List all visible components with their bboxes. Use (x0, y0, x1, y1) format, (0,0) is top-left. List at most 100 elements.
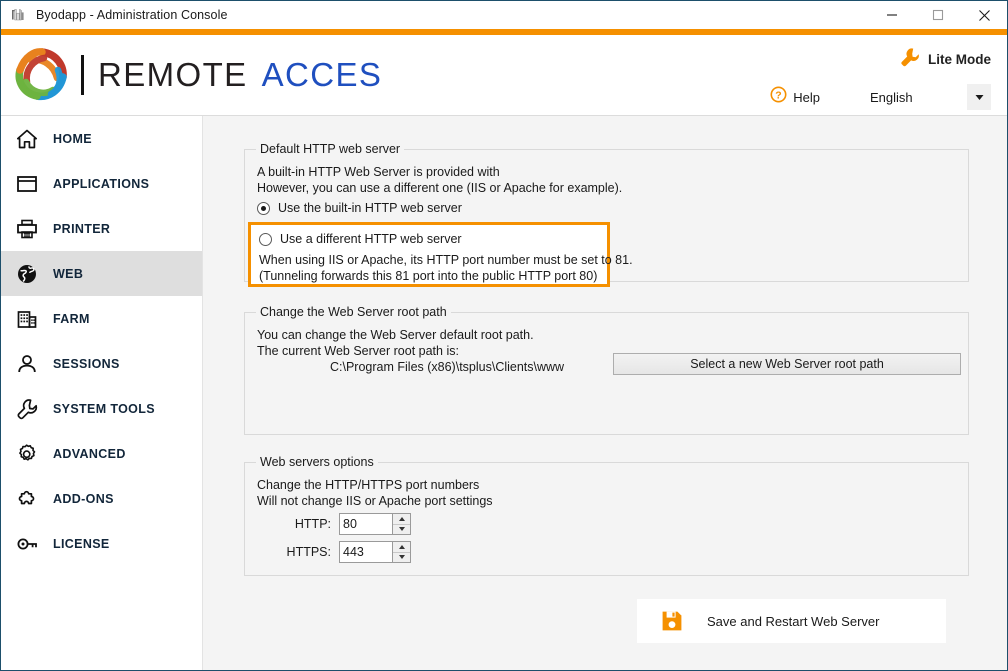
sidebar-item-label: APPLICATIONS (53, 176, 150, 191)
brand-word-acces: ACCES (261, 56, 383, 93)
close-icon (978, 9, 991, 22)
radio-label-builtin: Use the built-in HTTP web server (278, 201, 462, 215)
radio-indicator-builtin[interactable] (257, 201, 270, 215)
different-note-line1: When using IIS or Apache, its HTTP port … (259, 253, 633, 267)
https-port-label: HTTPS: (286, 545, 331, 559)
wrench-icon (14, 396, 40, 422)
sidebar-item-license[interactable]: LICENSE (1, 521, 202, 566)
https-port-input[interactable] (340, 542, 392, 562)
help-button[interactable]: ? Help (770, 86, 820, 108)
home-icon (14, 126, 40, 152)
sidebar-item-label: FARM (53, 311, 90, 326)
sidebar-item-system-tools[interactable]: SYSTEM TOOLS (1, 386, 202, 431)
http-port-increment-button[interactable] (393, 514, 410, 525)
sidebar-item-applications[interactable]: APPLICATIONS (1, 161, 202, 206)
printer-icon (14, 216, 40, 242)
sidebar-item-advanced[interactable]: ADVANCED (1, 431, 202, 476)
use-different-server-highlight: Use a different HTTP web server When usi… (248, 222, 633, 287)
https-port-stepper[interactable] (339, 541, 411, 563)
http-port-label: HTTP: (294, 517, 331, 531)
close-button[interactable] (961, 1, 1007, 29)
sidebar-item-home[interactable]: HOME (1, 116, 202, 161)
sidebar-item-label: WEB (53, 266, 84, 281)
options-desc-line2: Will not change IIS or Apache port setti… (257, 494, 493, 508)
radio-label-different: Use a different HTTP web server (280, 232, 462, 246)
sidebar-item-printer[interactable]: PRINTER (1, 206, 202, 251)
sidebar-item-label: ADVANCED (53, 446, 126, 461)
svg-text:?: ? (776, 89, 782, 101)
key-icon (14, 531, 40, 557)
minimize-button[interactable] (869, 1, 915, 29)
web-servers-options-group: Web servers options Change the HTTP/HTTP… (244, 455, 969, 576)
different-note-line2: (Tunneling forwards this 81 port into th… (259, 269, 598, 283)
sidebar-item-label: ADD-ONS (53, 491, 114, 506)
remote-access-logo-icon (13, 46, 71, 104)
default-http-web-server-group: Default HTTP web server A built-in HTTP … (244, 142, 969, 287)
https-port-row: HTTPS: (257, 541, 411, 563)
sidebar-item-add-ons[interactable]: ADD-ONS (1, 476, 202, 521)
options-desc-line1: Change the HTTP/HTTPS port numbers (257, 478, 480, 492)
sidebar-item-label: SYSTEM TOOLS (53, 401, 155, 416)
sidebar-item-farm[interactable]: FARM (1, 296, 202, 341)
main-content: Default HTTP web server A built-in HTTP … (203, 116, 1007, 670)
sidebar-item-label: PRINTER (53, 221, 111, 236)
admin-console-window: Byodapp - Administration Console REMOTE … (0, 0, 1008, 671)
brand-word-remote: REMOTE (98, 56, 248, 93)
tools-icon (10, 7, 26, 23)
gear-icon (14, 441, 40, 467)
http-port-spin-buttons (392, 514, 410, 534)
http-port-input[interactable] (340, 514, 392, 534)
save-and-restart-web-server-button[interactable]: Save and Restart Web Server (637, 599, 946, 643)
minimize-icon (886, 9, 898, 21)
radio-use-different[interactable]: Use a different HTTP web server (259, 232, 462, 246)
sidebar-item-label: LICENSE (53, 536, 110, 551)
puzzle-icon (14, 486, 40, 512)
rootpath-desc-line2: The current Web Server root path is: (257, 344, 459, 358)
http-port-stepper[interactable] (339, 513, 411, 535)
http-port-decrement-button[interactable] (393, 524, 410, 534)
select-new-root-path-button[interactable]: Select a new Web Server root path (613, 353, 961, 375)
help-label: Help (793, 89, 820, 105)
wrench-icon (899, 46, 921, 73)
save-disk-icon (661, 610, 683, 632)
building-icon (14, 306, 40, 332)
sidebar-nav: HOME APPLICATIONS PRINTER WEB FARM SESSI… (1, 116, 203, 670)
group-title: Change the Web Server root path (256, 305, 451, 319)
radio-use-builtin[interactable]: Use the built-in HTTP web server (257, 201, 462, 215)
sidebar-item-web[interactable]: WEB (1, 251, 202, 296)
question-circle-icon: ? (770, 86, 787, 108)
lite-mode-label: Lite Mode (928, 52, 991, 67)
sidebar-item-sessions[interactable]: SESSIONS (1, 341, 202, 386)
http-port-row: HTTP: (257, 513, 411, 535)
title-bar: Byodapp - Administration Console (1, 1, 1007, 29)
https-port-spin-buttons (392, 542, 410, 562)
sidebar-item-label: SESSIONS (53, 356, 120, 371)
group-title: Default HTTP web server (256, 142, 405, 156)
web-server-root-path-group: Change the Web Server root path You can … (244, 305, 969, 435)
language-select[interactable]: English (854, 84, 991, 110)
chevron-down-icon[interactable] (967, 84, 991, 110)
save-and-restart-label: Save and Restart Web Server (707, 613, 880, 629)
select-new-root-path-label: Select a new Web Server root path (690, 357, 884, 371)
https-port-decrement-button[interactable] (393, 552, 410, 562)
rootpath-desc-line1: You can change the Web Server default ro… (257, 328, 534, 342)
https-port-increment-button[interactable] (393, 542, 410, 553)
window-title: Byodapp - Administration Console (36, 8, 228, 22)
lite-mode-button[interactable]: Lite Mode (899, 46, 991, 73)
sidebar-item-label: HOME (53, 131, 92, 146)
default-desc-line1: A built-in HTTP Web Server is provided w… (257, 165, 500, 179)
current-root-path-value: C:\Program Files (x86)\tsplus\Clients\ww… (330, 360, 565, 374)
language-value: English (870, 89, 913, 105)
group-title: Web servers options (256, 455, 378, 469)
window-controls (869, 1, 1007, 29)
brand-logo: REMOTE ACCES (13, 41, 382, 109)
user-icon (14, 351, 40, 377)
header-utility-row: ? Help English (770, 84, 991, 110)
brand-divider (81, 55, 84, 95)
radio-indicator-different[interactable] (259, 232, 272, 246)
maximize-button[interactable] (915, 1, 961, 29)
app-header: REMOTE ACCES Lite Mode ? Help English (1, 35, 1007, 116)
globe-icon (14, 261, 40, 287)
maximize-icon (932, 9, 944, 21)
default-desc-line2: However, you can use a different one (II… (257, 181, 623, 195)
